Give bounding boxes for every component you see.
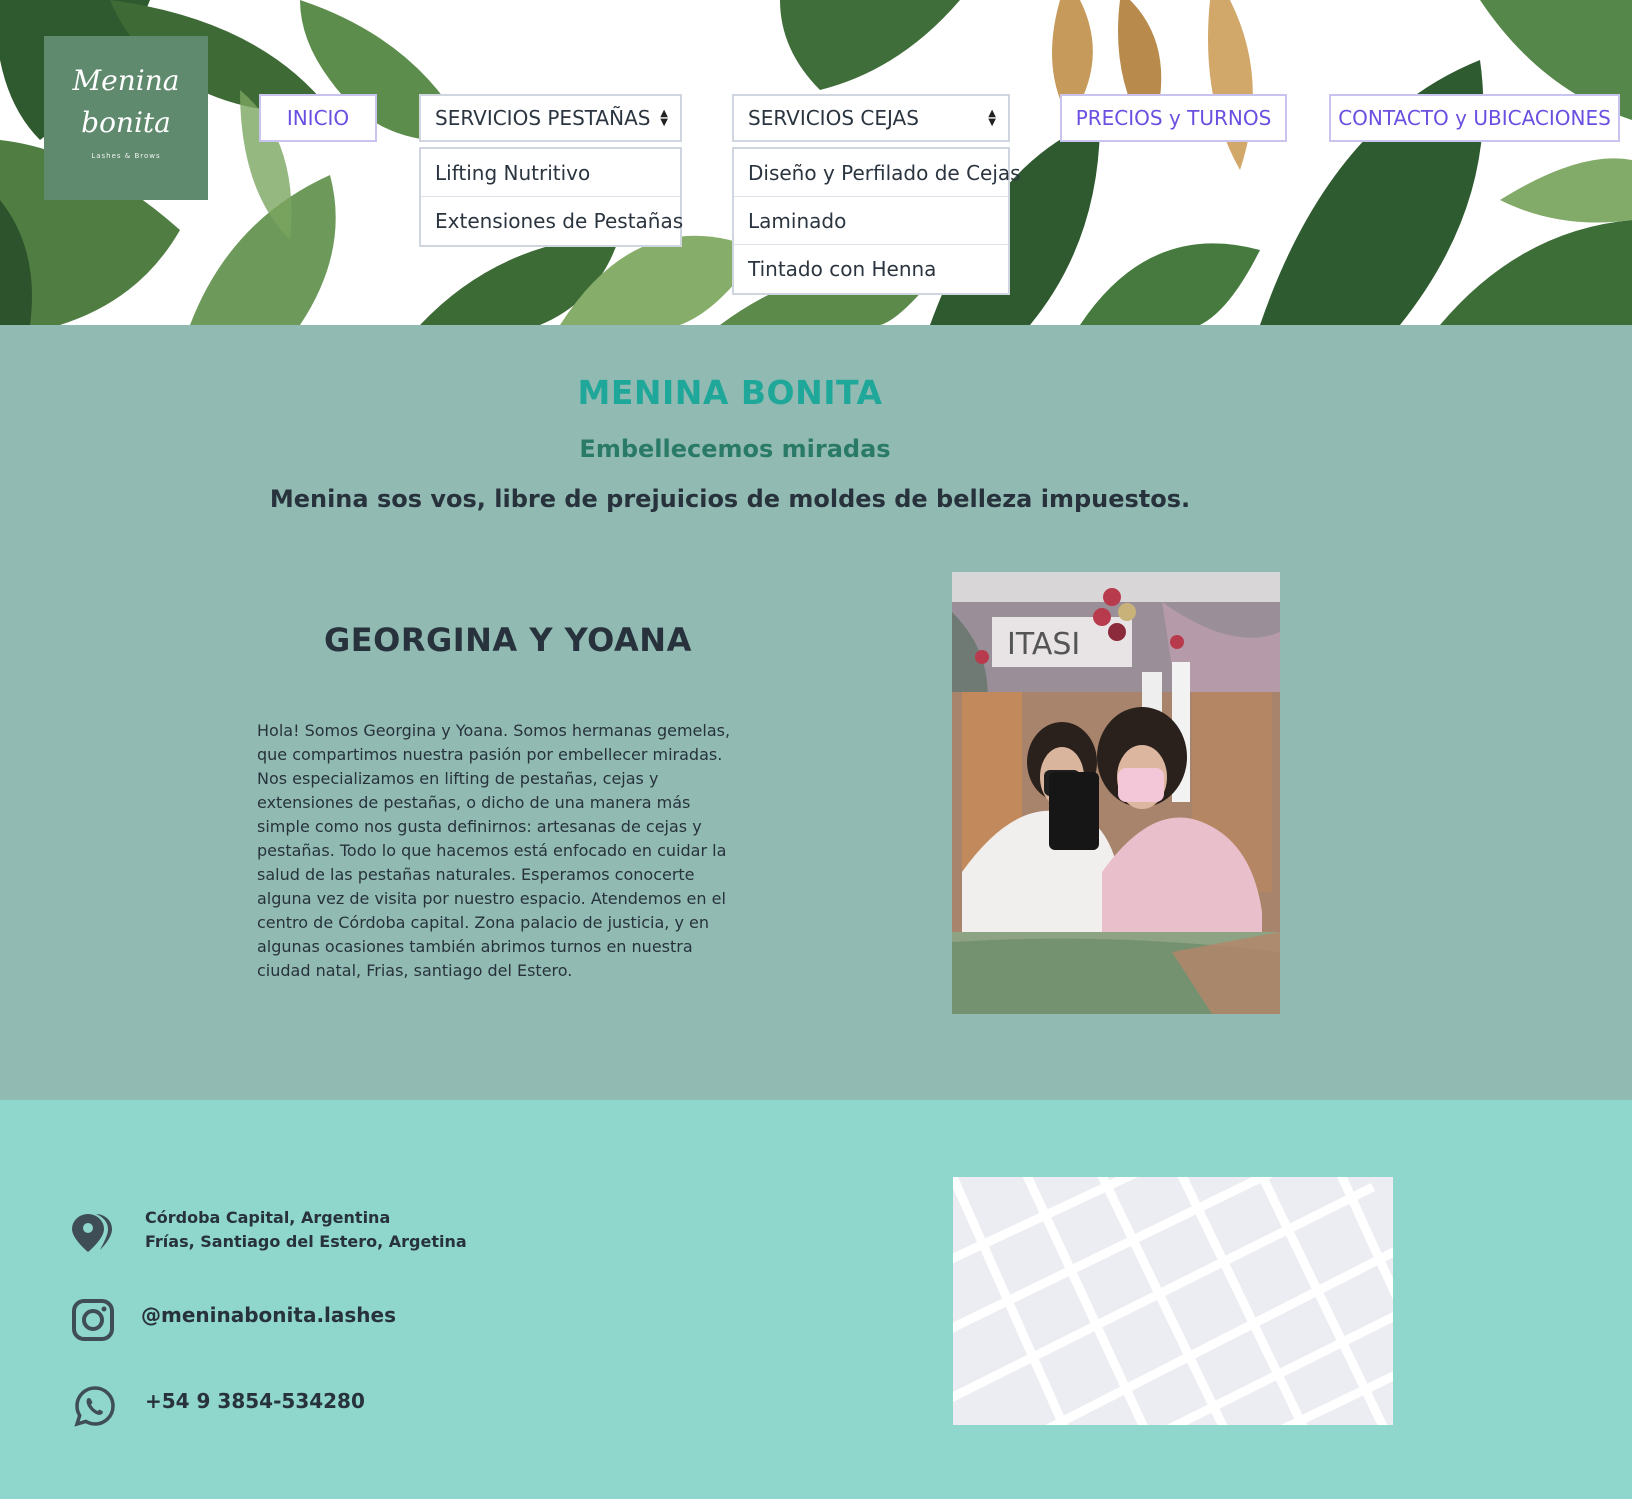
site-tagline: Menina sos vos, libre de prejuicios de m… — [269, 485, 1191, 513]
brand-logo[interactable]: Menina bonita Lashes & Brows — [44, 36, 208, 200]
nav-inicio-button[interactable]: INICIO — [259, 94, 377, 142]
nav-contacto-button[interactable]: CONTACTO y UBICACIONES — [1329, 94, 1620, 142]
whatsapp-icon[interactable] — [74, 1385, 116, 1427]
servicios-cejas-select-value: SERVICIOS CEJAS — [748, 106, 919, 130]
owners-bio: Hola! Somos Georgina y Yoana. Somos herm… — [257, 721, 731, 980]
owners-heading: GEORGINA Y YOANA — [324, 621, 692, 659]
servicios-pestanas-dropdown: Lifting Nutritivo Extensiones de Pestaña… — [419, 147, 683, 247]
map-pin-icon — [72, 1214, 112, 1252]
dropdown-option-henna[interactable]: Tintado con Henna — [734, 245, 1008, 293]
svg-text:ITASI: ITASI — [1007, 627, 1080, 662]
phone-link[interactable]: +54 9 3854-534280 — [145, 1389, 365, 1413]
address-cordoba: Córdoba Capital, Argentina — [145, 1208, 391, 1227]
addresses: Córdoba Capital, Argentina Frías, Santia… — [145, 1206, 467, 1254]
address-frias: Frías, Santiago del Estero, Argetina — [145, 1232, 467, 1251]
logo-text-bonita: bonita — [81, 106, 171, 139]
select-caret-icon: ▲ ▼ — [988, 108, 996, 128]
site-subtitle: Embellecemos miradas — [579, 435, 891, 463]
header: Menina bonita Lashes & Brows INICIO SERV… — [0, 0, 1632, 325]
servicios-pestanas-select[interactable]: SERVICIOS PESTAÑAS ▲ ▼ — [419, 94, 682, 142]
servicios-cejas-select[interactable]: SERVICIOS CEJAS ▲ ▼ — [732, 94, 1010, 142]
instagram-icon[interactable] — [72, 1299, 114, 1341]
location-map[interactable] — [953, 1177, 1393, 1425]
site-title: MENINA BONITA — [577, 373, 883, 412]
owners-photo: ITASI — [952, 572, 1280, 1014]
dropdown-option-extensiones[interactable]: Extensiones de Pestañas — [421, 197, 683, 245]
contact-footer: Córdoba Capital, Argentina Frías, Santia… — [0, 1100, 1632, 1499]
servicios-cejas-dropdown: Diseño y Perfilado de Cejas Laminado Tin… — [732, 147, 1021, 295]
select-caret-icon: ▲ ▼ — [660, 108, 668, 128]
dropdown-option-laminado[interactable]: Laminado — [734, 197, 1008, 245]
logo-text-tagline: Lashes & Brows — [91, 152, 161, 160]
dropdown-option-lifting[interactable]: Lifting Nutritivo — [421, 149, 680, 197]
about-section: MENINA BONITA Embellecemos miradas Menin… — [0, 325, 1632, 1100]
dropdown-option-diseno[interactable]: Diseño y Perfilado de Cejas — [734, 149, 1021, 197]
nav-precios-button[interactable]: PRECIOS y TURNOS — [1060, 94, 1287, 142]
logo-text-menina: Menina — [72, 64, 180, 97]
servicios-pestanas-select-value: SERVICIOS PESTAÑAS — [435, 106, 651, 130]
instagram-link[interactable]: @meninabonita.lashes — [141, 1303, 396, 1327]
